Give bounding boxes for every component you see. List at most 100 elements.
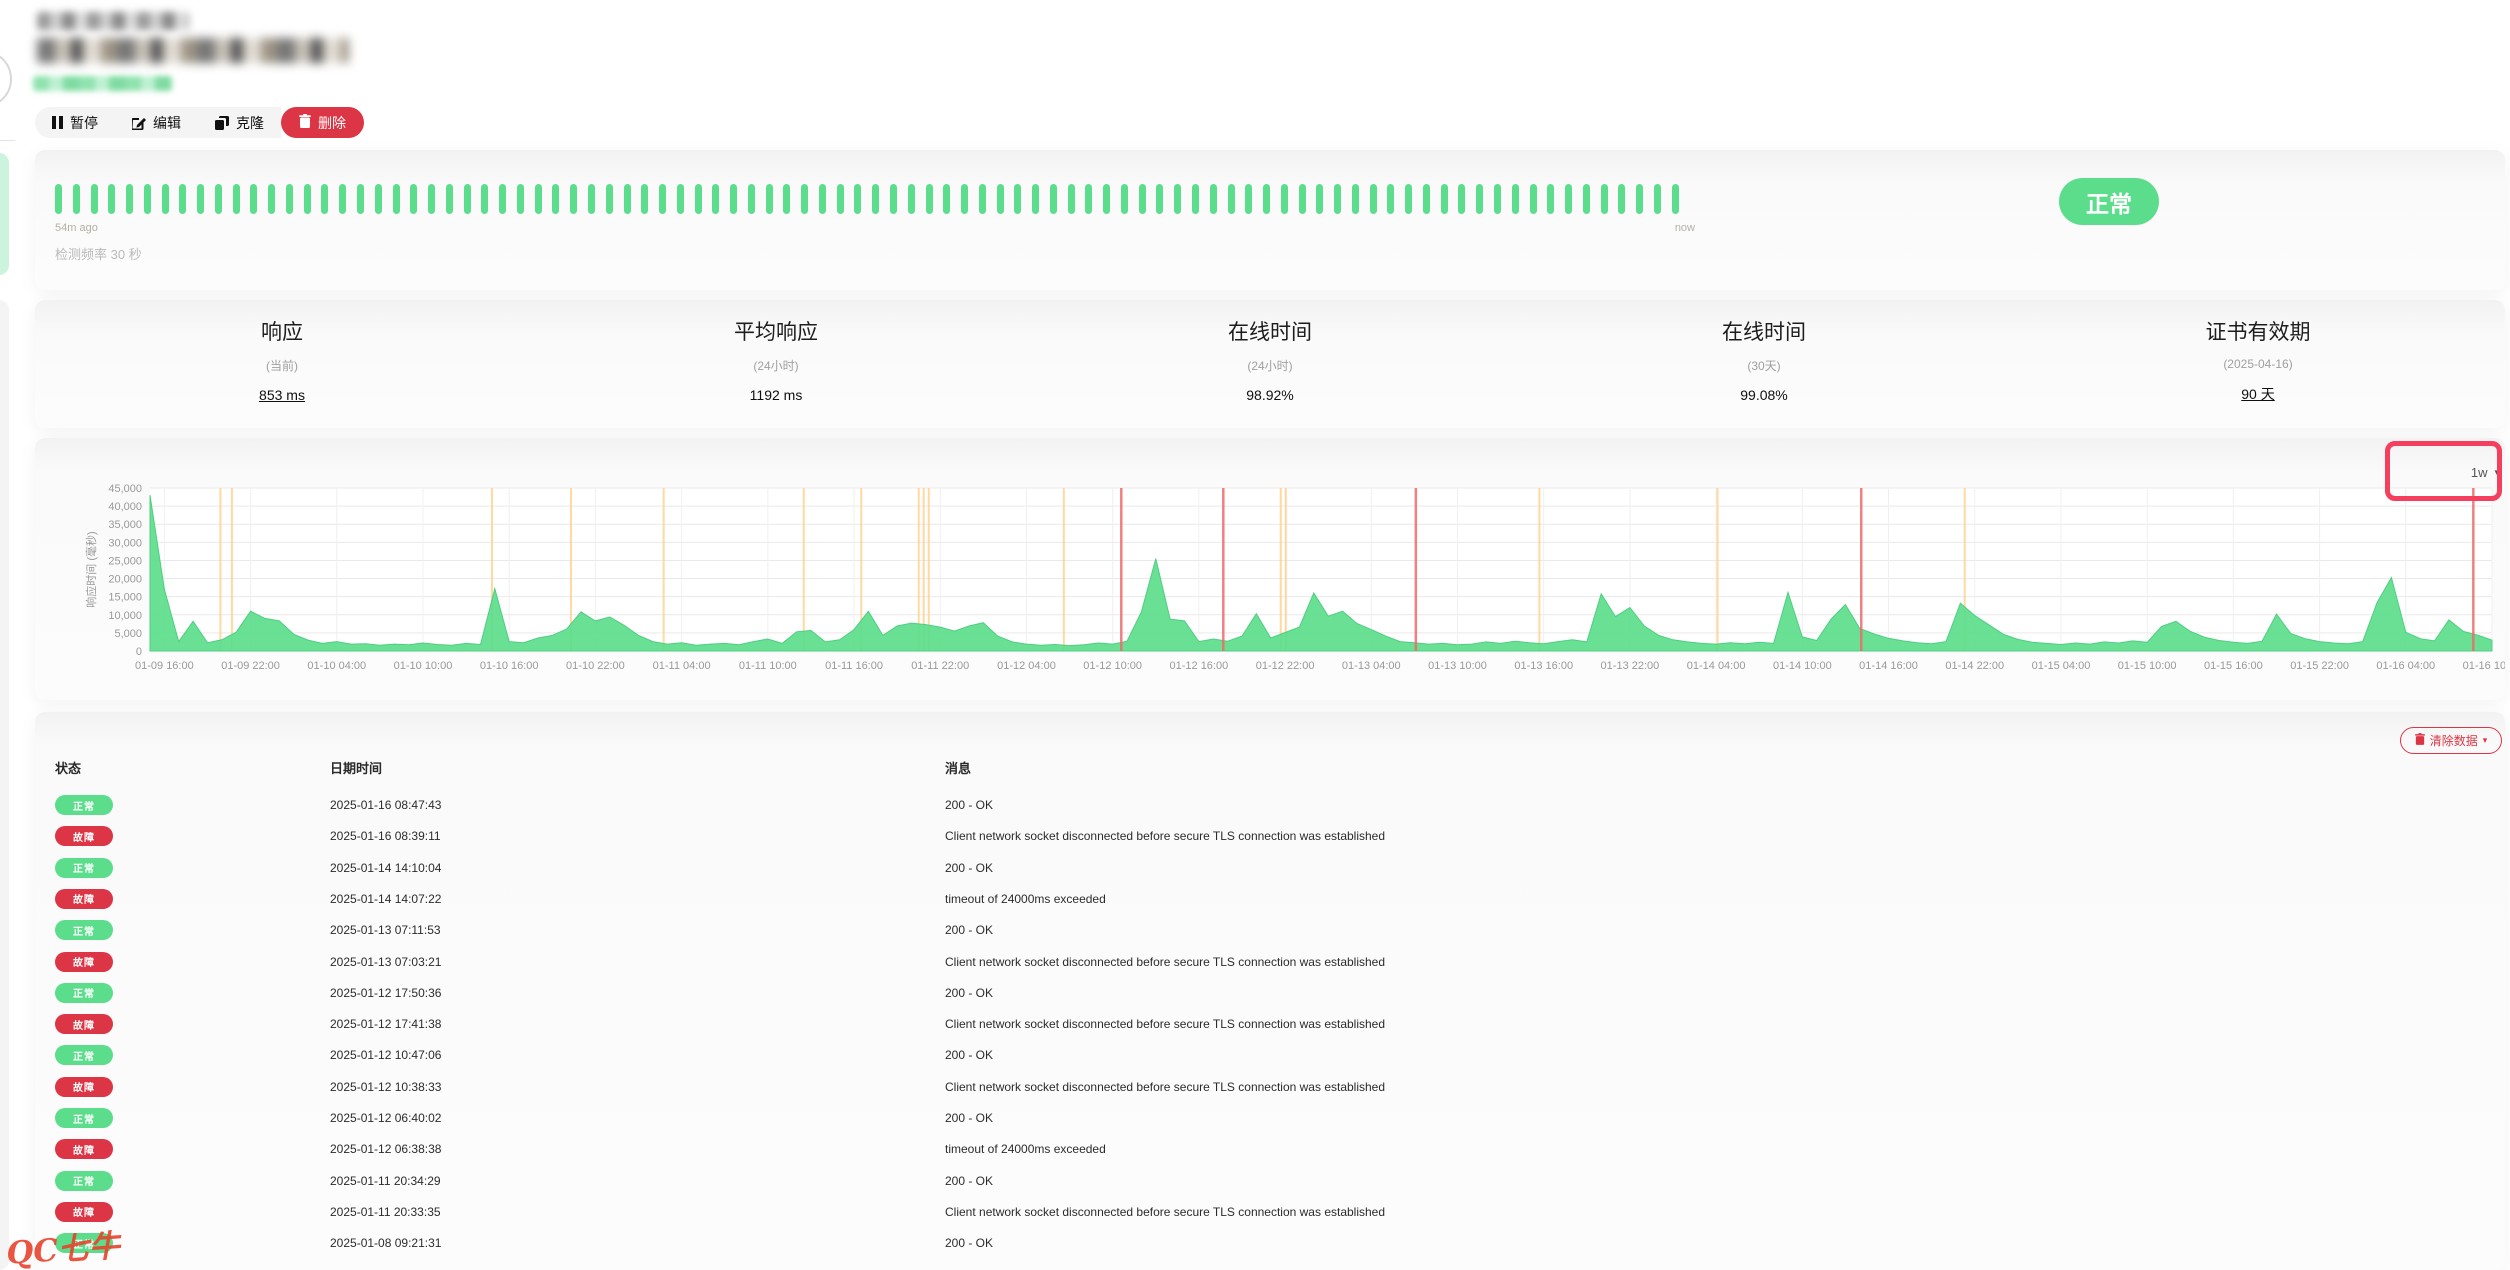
heartbeat-bar[interactable] <box>1565 184 1572 214</box>
heartbeat-bar[interactable] <box>1068 184 1075 214</box>
heartbeat-bar[interactable] <box>55 184 62 214</box>
heartbeat-bar[interactable] <box>144 184 151 214</box>
heartbeat-bar[interactable] <box>1405 184 1412 214</box>
heartbeat-bar[interactable] <box>606 184 613 214</box>
heartbeat-bar[interactable] <box>1085 184 1092 214</box>
heartbeat-bar[interactable] <box>375 184 382 214</box>
heartbeat-bar[interactable] <box>517 184 524 214</box>
heartbeat-bar[interactable] <box>712 184 719 214</box>
heartbeat-bar[interactable] <box>108 184 115 214</box>
heartbeat-bar[interactable] <box>837 184 844 214</box>
heartbeat-bar[interactable] <box>481 184 488 214</box>
heartbeat-bar[interactable] <box>748 184 755 214</box>
heartbeat-bar[interactable] <box>1334 184 1341 214</box>
heartbeat-bar[interactable] <box>1530 184 1537 214</box>
heartbeat-bar[interactable] <box>1583 184 1590 214</box>
heartbeat-bar[interactable] <box>1228 184 1235 214</box>
heartbeat-bar[interactable] <box>1210 184 1217 214</box>
heartbeat-bar[interactable] <box>339 184 346 214</box>
heartbeat-bar[interactable] <box>162 184 169 214</box>
heartbeat-bar[interactable] <box>410 184 417 214</box>
heartbeat-bar[interactable] <box>801 184 808 214</box>
heartbeat-bar[interactable] <box>197 184 204 214</box>
heartbeat-bar[interactable] <box>499 184 506 214</box>
heartbeat-bar[interactable] <box>783 184 790 214</box>
heartbeat-bar[interactable] <box>1636 184 1643 214</box>
heartbeat-bar[interactable] <box>1316 184 1323 214</box>
heartbeat-bar[interactable] <box>1014 184 1021 214</box>
heartbeat-bar[interactable] <box>1494 184 1501 214</box>
heartbeat-bar[interactable] <box>854 184 861 214</box>
delete-button[interactable]: 删除 <box>281 107 364 138</box>
heartbeat-bar[interactable] <box>1156 184 1163 214</box>
heartbeat-bar[interactable] <box>357 184 364 214</box>
heartbeat-bar[interactable] <box>926 184 933 214</box>
heartbeat-bar-strip[interactable] <box>55 184 1680 214</box>
heartbeat-bar[interactable] <box>428 184 435 214</box>
heartbeat-bar[interactable] <box>1192 184 1199 214</box>
heartbeat-bar[interactable] <box>659 184 666 214</box>
heartbeat-bar[interactable] <box>1263 184 1270 214</box>
heartbeat-bar[interactable] <box>1121 184 1128 214</box>
heartbeat-bar[interactable] <box>1512 184 1519 214</box>
monitor-url-redacted[interactable] <box>37 38 349 63</box>
heartbeat-bar[interactable] <box>872 184 879 214</box>
heartbeat-bar[interactable] <box>1281 184 1288 214</box>
heartbeat-bar[interactable] <box>552 184 559 214</box>
heartbeat-bar[interactable] <box>393 184 400 214</box>
heartbeat-bar[interactable] <box>1672 184 1679 214</box>
heartbeat-bar[interactable] <box>766 184 773 214</box>
heartbeat-bar[interactable] <box>179 184 186 214</box>
heartbeat-bar[interactable] <box>535 184 542 214</box>
heartbeat-bar[interactable] <box>1618 184 1625 214</box>
heartbeat-bar[interactable] <box>641 184 648 214</box>
clone-button[interactable]: 克隆 <box>198 107 281 138</box>
heartbeat-bar[interactable] <box>819 184 826 214</box>
response-time-chart[interactable]: 05,00010,00015,00020,00025,00030,00035,0… <box>35 478 2505 693</box>
edit-button[interactable]: 编辑 <box>115 107 198 138</box>
heartbeat-bar[interactable] <box>1547 184 1554 214</box>
sidebar-active-monitor-partial[interactable] <box>0 153 9 275</box>
heartbeat-bar[interactable] <box>961 184 968 214</box>
heartbeat-bar[interactable] <box>588 184 595 214</box>
heartbeat-bar[interactable] <box>908 184 915 214</box>
heartbeat-bar[interactable] <box>695 184 702 214</box>
heartbeat-bar[interactable] <box>624 184 631 214</box>
heartbeat-bar[interactable] <box>250 184 257 214</box>
heartbeat-bar[interactable] <box>677 184 684 214</box>
heartbeat-bar[interactable] <box>1139 184 1146 214</box>
heartbeat-bar[interactable] <box>943 184 950 214</box>
heartbeat-bar[interactable] <box>1654 184 1661 214</box>
heartbeat-bar[interactable] <box>1299 184 1306 214</box>
heartbeat-bar[interactable] <box>73 184 80 214</box>
heartbeat-bar[interactable] <box>321 184 328 214</box>
heartbeat-bar[interactable] <box>215 184 222 214</box>
heartbeat-bar[interactable] <box>286 184 293 214</box>
heartbeat-bar[interactable] <box>1476 184 1483 214</box>
clear-data-button[interactable]: 清除数据 ▾ <box>2400 727 2502 754</box>
heartbeat-bar[interactable] <box>1370 184 1377 214</box>
heartbeat-bar[interactable] <box>1050 184 1057 214</box>
heartbeat-bar[interactable] <box>570 184 577 214</box>
heartbeat-bar[interactable] <box>1458 184 1465 214</box>
heartbeat-bar[interactable] <box>890 184 897 214</box>
heartbeat-bar[interactable] <box>91 184 98 214</box>
heartbeat-bar[interactable] <box>730 184 737 214</box>
heartbeat-bar[interactable] <box>304 184 311 214</box>
heartbeat-bar[interactable] <box>997 184 1004 214</box>
heartbeat-bar[interactable] <box>126 184 133 214</box>
heartbeat-bar[interactable] <box>1441 184 1448 214</box>
heartbeat-bar[interactable] <box>233 184 240 214</box>
heartbeat-bar[interactable] <box>446 184 453 214</box>
heartbeat-bar[interactable] <box>1103 184 1110 214</box>
heartbeat-bar[interactable] <box>1245 184 1252 214</box>
heartbeat-bar[interactable] <box>979 184 986 214</box>
heartbeat-bar[interactable] <box>1423 184 1430 214</box>
heartbeat-bar[interactable] <box>1032 184 1039 214</box>
heartbeat-bar[interactable] <box>464 184 471 214</box>
heartbeat-bar[interactable] <box>1174 184 1181 214</box>
heartbeat-bar[interactable] <box>1601 184 1608 214</box>
heartbeat-bar[interactable] <box>268 184 275 214</box>
heartbeat-bar[interactable] <box>1387 184 1394 214</box>
heartbeat-bar[interactable] <box>1352 184 1359 214</box>
